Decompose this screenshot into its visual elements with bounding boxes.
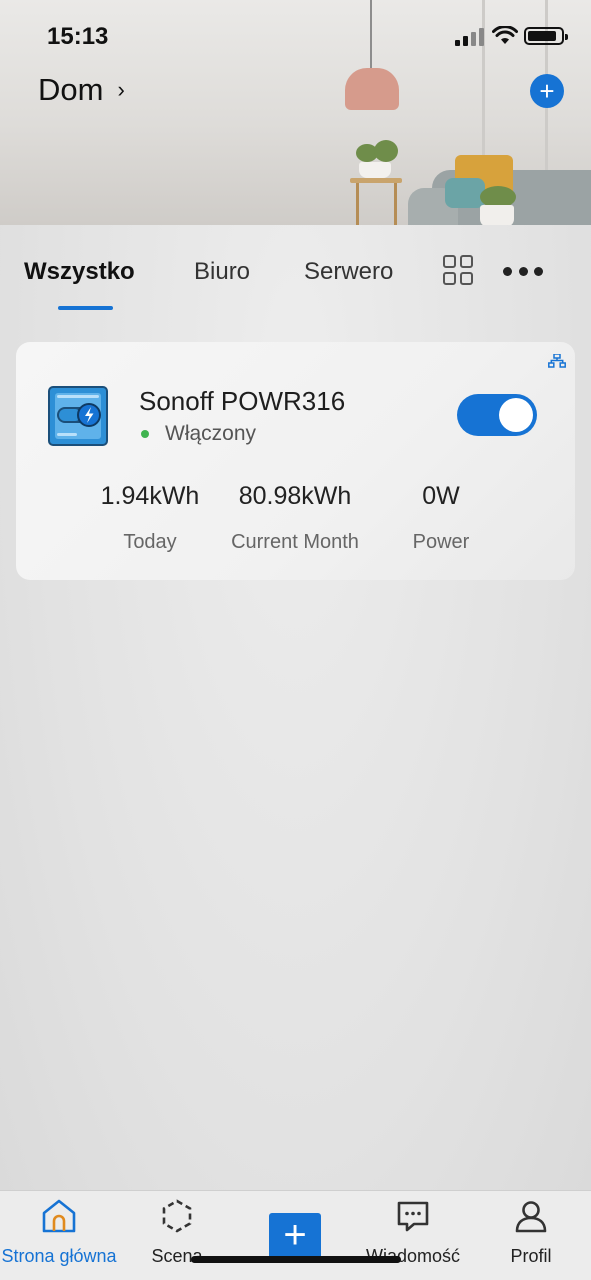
nav-label: Strona główna	[1, 1246, 117, 1266]
wifi-icon	[492, 26, 518, 44]
room-tabs: Wszystko Biuro Serwerownia	[0, 240, 591, 320]
toggle-knob	[499, 398, 533, 432]
stat-label: Current Month	[231, 531, 359, 553]
stat-current-month: 80.98kWh Current Month	[214, 482, 376, 554]
grid-view-icon[interactable]	[443, 255, 475, 287]
plus-icon: +	[539, 76, 555, 106]
app-screen: 15:13 Dom › + Wszystko Biuro Serwerownia	[0, 0, 591, 1280]
nav-label: Profil	[510, 1246, 552, 1266]
active-tab-indicator	[58, 306, 113, 310]
nav-add-button[interactable]: +	[269, 1213, 321, 1259]
tab-wszystko[interactable]: Wszystko	[24, 258, 135, 286]
device-name: Sonoff POWR316	[139, 386, 346, 416]
tab-serwerownia-label: Serwerownia	[304, 258, 393, 285]
power-toggle[interactable]	[457, 394, 537, 436]
device-status: Włączony	[139, 422, 256, 446]
bottom-navigation: Strona główna Scena + Wiadomość Profil	[0, 1190, 591, 1280]
device-status-text: Włączony	[165, 422, 257, 445]
nav-home[interactable]: Strona główna	[0, 1191, 118, 1280]
tab-serwerownia[interactable]: Serwerownia	[304, 258, 393, 286]
stat-label: Today	[123, 531, 177, 553]
pendant-lamp	[345, 68, 399, 110]
plus-icon: +	[283, 1213, 307, 1257]
add-device-button[interactable]: +	[530, 74, 564, 108]
nav-messages[interactable]: Wiadomość	[354, 1191, 472, 1280]
home-icon	[42, 1199, 76, 1233]
chevron-right-icon: ›	[117, 77, 125, 102]
stat-value: 1.94kWh	[100, 482, 200, 510]
status-bar: 15:13	[0, 0, 591, 70]
nav-scene[interactable]: Scena	[118, 1191, 236, 1280]
home-selector[interactable]: Dom ›	[38, 72, 125, 108]
online-indicator	[141, 430, 149, 438]
device-card[interactable]: Sonoff POWR316 Włączony 1.94kWh Today 80…	[16, 342, 575, 580]
table-leg	[356, 183, 359, 225]
stat-value: 0W	[422, 482, 460, 510]
home-indicator[interactable]	[191, 1256, 401, 1263]
smart-switch-icon	[48, 386, 108, 446]
status-time: 15:13	[47, 23, 109, 50]
tab-biuro[interactable]: Biuro	[194, 258, 250, 286]
message-icon	[397, 1201, 429, 1232]
table-leg	[394, 183, 397, 225]
stat-value: 80.98kWh	[238, 482, 352, 510]
plant-pot	[480, 205, 514, 225]
pillow	[445, 178, 485, 208]
stat-label: Power	[412, 531, 470, 553]
home-name: Dom	[38, 72, 104, 107]
plant-pot	[359, 162, 391, 178]
profile-icon	[515, 1201, 547, 1233]
more-options-icon[interactable]	[503, 267, 543, 277]
plant-leaf	[374, 140, 398, 162]
stat-today: 1.94kWh Today	[86, 482, 214, 554]
nav-profile[interactable]: Profil	[472, 1191, 590, 1280]
network-icon	[548, 354, 566, 368]
stat-power: 0W Power	[391, 482, 491, 554]
battery-icon	[524, 27, 568, 45]
scene-icon	[162, 1199, 192, 1233]
cellular-signal-icon	[455, 28, 485, 46]
